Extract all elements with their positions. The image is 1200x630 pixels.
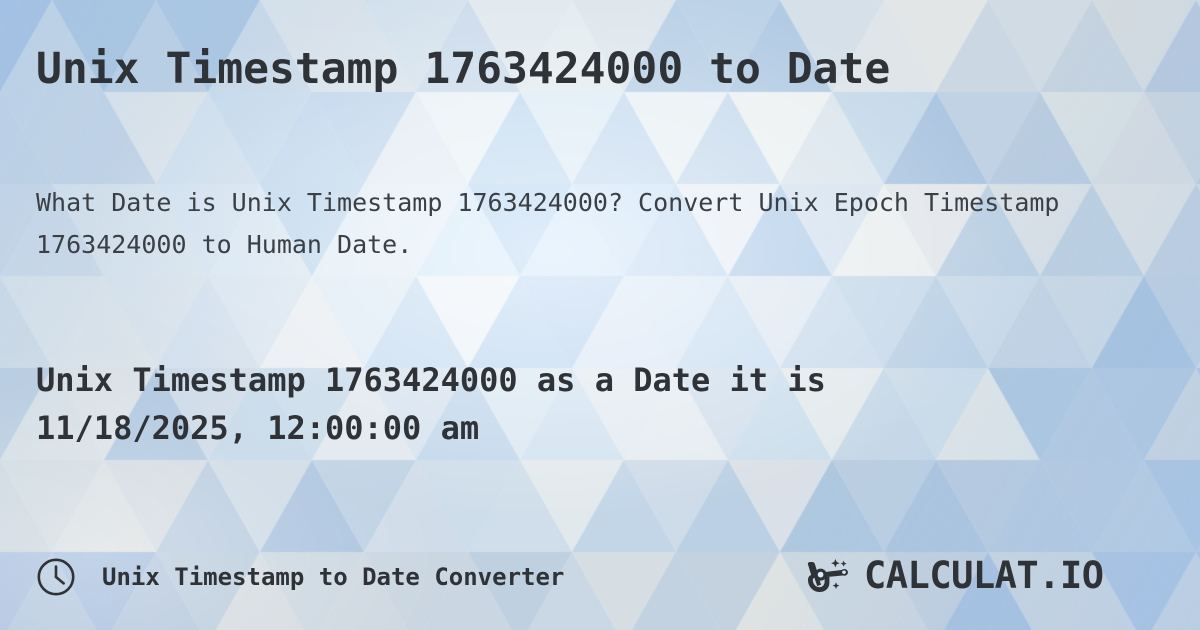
calculatio-logo[interactable]: CALCULAT.IO — [806, 556, 1166, 598]
magic-wand-hand-icon — [807, 559, 848, 592]
footer-brand-group: Unix Timestamp to Date Converter — [36, 557, 564, 597]
footer-label: Unix Timestamp to Date Converter — [102, 563, 565, 591]
footer: Unix Timestamp to Date Converter CALCULA… — [36, 552, 1166, 602]
page-container: Unix Timestamp 1763424000 to Date What D… — [0, 0, 1200, 630]
conversion-result: Unix Timestamp 1763424000 as a Date it i… — [36, 361, 826, 447]
page-title: Unix Timestamp 1763424000 to Date — [36, 44, 891, 94]
clock-icon — [37, 558, 75, 596]
logo-wordmark-text: CALCULAT.IO — [864, 557, 1104, 597]
logo-wordmark: CALCULAT.IO — [864, 557, 1104, 597]
page-description: What Date is Unix Timestamp 1763424000? … — [36, 188, 1060, 259]
